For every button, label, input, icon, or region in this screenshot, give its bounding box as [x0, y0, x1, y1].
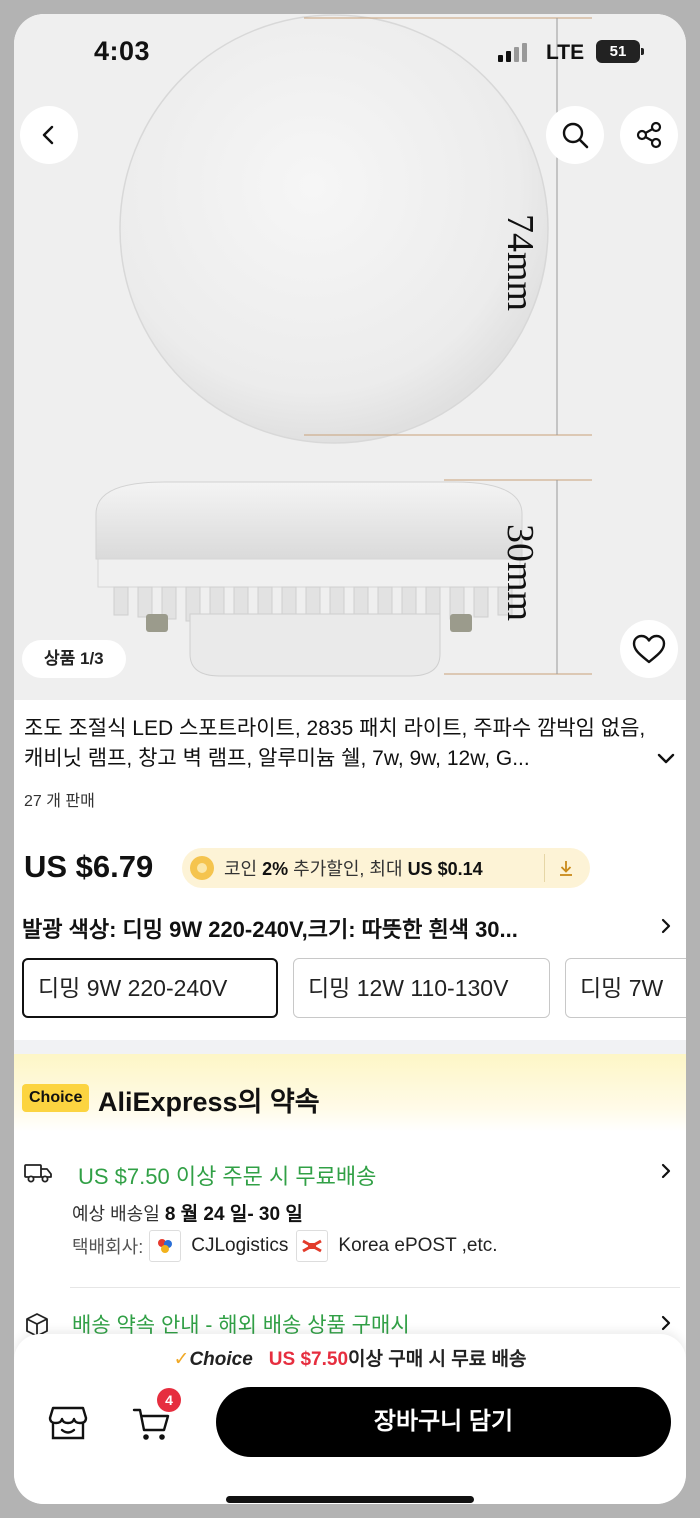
status-time: 4:03	[94, 36, 151, 66]
choice-logo: ✓Choice	[174, 1349, 253, 1370]
threshold-amount: US $7.50	[268, 1349, 349, 1370]
store-button[interactable]	[48, 1404, 88, 1447]
variant-more-button[interactable]	[657, 917, 675, 940]
courier-epost: Korea ePOST ,etc.	[338, 1235, 498, 1256]
signal-icon	[498, 42, 527, 62]
coin-discount-text: 코인 2% 추가할인, 최대 US $0.14	[224, 855, 483, 881]
product-price: US $6.79	[24, 849, 154, 884]
chevron-right-icon	[661, 918, 671, 934]
dimension-label-top: 74mm	[499, 214, 541, 312]
chevron-right-icon	[661, 1163, 671, 1179]
coin-mid: 추가할인, 최대	[293, 859, 403, 879]
delivery-date: 8 월 24 일- 30 일	[164, 1204, 303, 1225]
coin-amount: US $0.14	[407, 859, 483, 879]
coin-icon	[190, 856, 214, 880]
chevron-left-icon	[42, 125, 54, 145]
courier-label: 택배회사:	[72, 1237, 144, 1257]
choice-logo-text: Choice	[189, 1349, 253, 1370]
variant-option-2[interactable]: 디밍 12W 110-130V	[293, 958, 550, 1018]
epost-logo-icon	[296, 1230, 329, 1262]
free-shipping-link[interactable]: US $7.50 이상 주문 시 무료배송	[78, 1159, 376, 1191]
courier-cj: CJLogistics	[191, 1235, 289, 1256]
threshold-suffix: 이상 구매 시 무료 배송	[348, 1349, 527, 1370]
expand-title-button[interactable]	[656, 748, 676, 773]
variant-summary[interactable]: 발광 색상: 디밍 9W 220-240V,크기: 따뜻한 흰색 30...	[22, 912, 642, 944]
product-title[interactable]: 조도 조절식 LED 스포트라이트, 2835 패치 라이트, 주파수 깜박임 …	[24, 714, 654, 774]
share-button[interactable]	[620, 106, 678, 164]
sold-count: 27 개 판매	[24, 793, 95, 810]
section-divider	[14, 1040, 686, 1054]
dimension-label-side: 30mm	[499, 524, 541, 622]
heart-icon	[632, 634, 666, 664]
network-label: LTE	[546, 41, 585, 64]
share-icon	[636, 121, 662, 149]
battery-icon: 51	[596, 40, 644, 63]
promise-title: AliExpress의 약속	[98, 1087, 320, 1117]
download-icon[interactable]	[556, 858, 576, 883]
row-divider	[70, 1287, 680, 1288]
wishlist-button[interactable]	[620, 620, 678, 678]
image-page-indicator: 상품 1/3	[22, 640, 126, 678]
coin-discount-banner[interactable]: 코인 2% 추가할인, 최대 US $0.14	[182, 848, 590, 888]
truck-icon	[24, 1162, 52, 1189]
courier-row: 택배회사: CJLogistics Korea ePOST ,etc.	[72, 1230, 498, 1262]
status-bar: 4:03 LTE 51	[14, 14, 686, 74]
cj-logo-icon	[149, 1230, 182, 1262]
chevron-right-icon	[661, 1315, 671, 1331]
choice-badge: Choice	[22, 1084, 90, 1112]
check-icon: ✓	[173, 1349, 190, 1370]
shipping-details-button[interactable]	[657, 1162, 675, 1185]
chevron-down-icon	[657, 753, 675, 764]
coin-divider	[544, 854, 545, 882]
delivery-prefix: 예상 배송일	[72, 1204, 160, 1224]
back-button[interactable]	[20, 106, 78, 164]
free-shipping-banner: ✓Choice US $7.50이상 구매 시 무료 배송	[14, 1344, 686, 1371]
cart-count-badge: 4	[157, 1388, 181, 1412]
search-button[interactable]	[546, 106, 604, 164]
product-image-carousel[interactable]: 74mm 30mm 4:03 LTE 51 상품 1/3	[14, 14, 686, 700]
search-icon	[562, 122, 589, 149]
variant-option-1[interactable]: 디밍 9W 220-240V	[22, 958, 278, 1018]
coin-percent: 2%	[262, 859, 289, 879]
bottom-action-bar: ✓Choice US $7.50이상 구매 시 무료 배송 4 장바구니 담기	[14, 1334, 686, 1504]
store-icon	[48, 1406, 88, 1440]
coin-prefix: 코인	[224, 859, 258, 879]
add-to-cart-button[interactable]: 장바구니 담기	[216, 1387, 671, 1457]
home-indicator	[226, 1496, 474, 1503]
phone-screen: 74mm 30mm 4:03 LTE 51 상품 1/3 조도 조절식 LED …	[14, 14, 686, 1504]
estimated-delivery: 예상 배송일 8 월 24 일- 30 일	[72, 1199, 303, 1226]
variant-option-3[interactable]: 디밍 7W	[565, 958, 686, 1018]
